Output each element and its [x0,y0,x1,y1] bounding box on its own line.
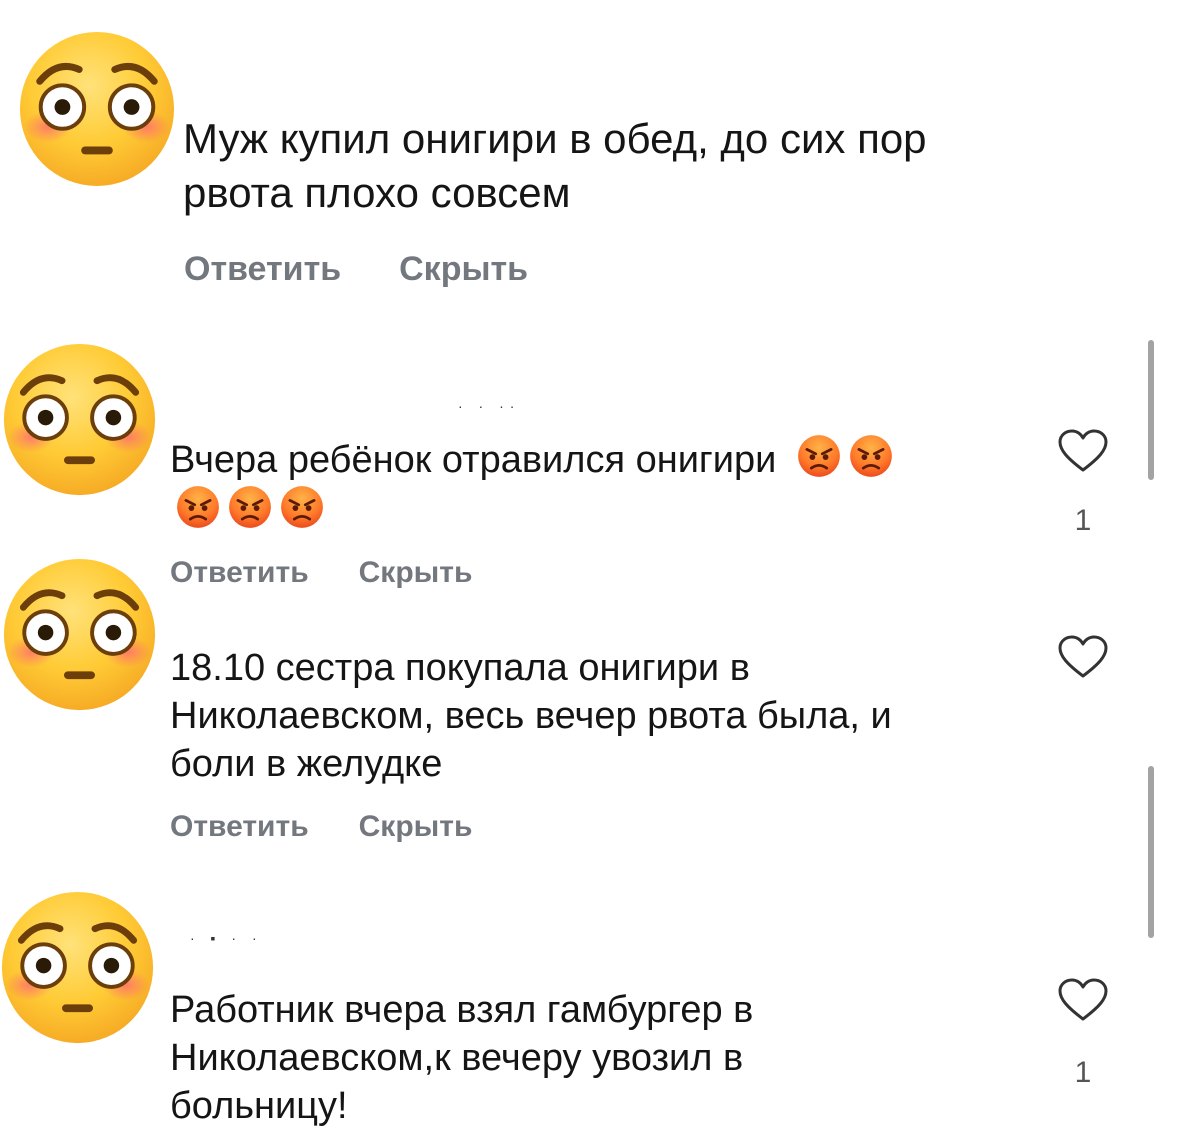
author-name: · ▪ · · [190,930,263,946]
like-count: 1 [1074,504,1092,537]
flushed-face-icon [18,30,176,188]
angry-face-icon [228,485,272,529]
comment-actions: Ответить Скрыть [170,556,472,590]
angry-face-icon [176,485,220,529]
author-name: · · ·· [458,398,521,414]
like-heart-icon[interactable] [1057,634,1109,680]
comment-text: Вчера ребёнок отравился онигири [170,434,901,536]
hide-button[interactable]: Скрыть [359,556,473,590]
angry-face-icon [280,485,324,529]
comment-actions: Ответить Скрыть [170,810,472,844]
reply-button[interactable]: Ответить [184,250,341,289]
reply-button[interactable]: Ответить [170,810,309,844]
scrollbar[interactable] [1148,340,1154,480]
comment-text: Работник вчера взял гамбургер в Николаев… [170,989,754,1127]
flushed-face-icon [2,342,157,497]
angry-face-icon [797,434,841,478]
angry-face-icon [849,434,893,478]
flushed-face-icon [2,557,157,712]
comment-text: 18.10 сестра покупала онигири в Николаев… [170,647,892,785]
reply-button[interactable]: Ответить [170,556,309,590]
scrollbar[interactable] [1148,766,1154,938]
hide-button[interactable]: Скрыть [399,250,528,289]
comment-text: Муж купил онигири в обед, до сих пор рво… [183,115,927,216]
like-heart-icon[interactable] [1057,428,1109,474]
like-heart-icon[interactable] [1057,977,1109,1023]
like-count: 1 [1074,1056,1092,1089]
hide-button[interactable]: Скрыть [359,810,473,844]
flushed-face-icon [0,890,155,1045]
comment-actions: Ответить Скрыть [184,250,528,289]
